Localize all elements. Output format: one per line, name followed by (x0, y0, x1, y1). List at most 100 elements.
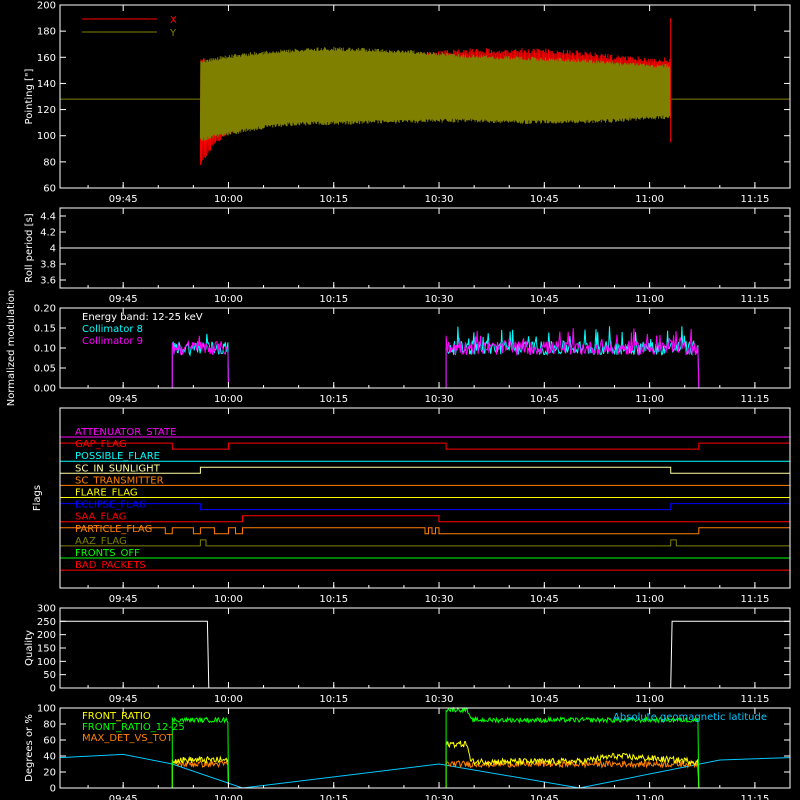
ratios-xtick-label-3: 10:30 (425, 794, 454, 800)
ratios-xtick-label-6: 11:15 (740, 794, 769, 800)
pointing-xtick-label-6: 11:15 (740, 194, 769, 205)
pointing-xtick-label-1: 10:00 (214, 194, 243, 205)
flag-line-particle-flag (60, 527, 790, 535)
modulation-series-1 (171, 328, 700, 389)
quality-ytick-label-3: 150 (37, 644, 56, 655)
flag-label-gap-flag: GAP_FLAG (75, 439, 127, 450)
modulation-xtick-label-2: 10:15 (319, 394, 348, 405)
quality-ytick-label-2: 100 (37, 657, 56, 668)
ratios-ytick-label-5: 100 (37, 704, 56, 715)
quality-ytick-label-5: 250 (37, 617, 56, 628)
ratios-legend-3: Absolute geomagnetic latitude (613, 712, 767, 723)
flags-xtick-label-0: 09:45 (109, 594, 138, 605)
flags-xtick-label-4: 10:45 (530, 594, 559, 605)
pointing-ytick-label-4: 140 (37, 79, 56, 90)
flag-label-fronts-off: FRONTS_OFF (75, 548, 140, 559)
quality-ytick-label-6: 300 (37, 604, 56, 615)
pointing-ytick-label-3: 120 (37, 105, 56, 116)
flag-label-aaz-flag: AAZ_FLAG (75, 536, 127, 547)
pointing-ylabel: Pointing ["] (24, 68, 35, 124)
roll-xtick-label-3: 10:30 (425, 294, 454, 305)
flag-label-bad-packets: BAD_PACKETS (75, 560, 146, 571)
flag-line-eclipse-flag (60, 503, 790, 511)
pointing-ytick-label-0: 60 (43, 184, 56, 195)
pointing-xtick-label-3: 10:30 (425, 194, 454, 205)
pointing-ytick-label-6: 180 (37, 27, 56, 38)
roll-ylabel: Roll period [s] (24, 213, 35, 282)
quality-series-line (60, 620, 790, 689)
ratios-legend-1: FRONT_RATIO_12-25 (82, 722, 185, 733)
flag-line-gap-flag (60, 442, 790, 450)
modulation-xtick-label-5: 11:00 (635, 394, 664, 405)
flag-label-sc-in-sunlight: SC_IN_SUNLIGHT (75, 463, 161, 474)
quality-xtick-label-0: 09:45 (109, 694, 138, 705)
roll-ytick-label-4: 4.4 (40, 212, 56, 223)
ratios-ytick-label-3: 60 (43, 736, 56, 747)
roll-xtick-label-4: 10:45 (530, 294, 559, 305)
ratios-ytick-label-4: 80 (43, 720, 56, 731)
modulation-ytick-label-0: 0.00 (34, 384, 56, 395)
flag-label-particle-flag: PARTICLE_FLAG (75, 524, 152, 535)
pointing-ytick-label-5: 160 (37, 53, 56, 64)
pointing-xtick-label-4: 10:45 (530, 194, 559, 205)
pointing-xtick-label-2: 10:15 (319, 194, 348, 205)
modulation-ytick-label-3: 0.15 (34, 324, 56, 335)
pointing-legend-label-0: X (170, 15, 177, 26)
roll-xtick-label-0: 09:45 (109, 294, 138, 305)
ratios-series-geomagnetic-latitude (59, 753, 791, 789)
modulation-ytick-label-2: 0.10 (34, 344, 56, 355)
modulation-legend-1: Collimator 8 (82, 324, 143, 335)
modulation-legend-0: Energy band: 12-25 keV (82, 312, 203, 323)
ratios-legend-2: MAX_DET_VS_TOT (82, 733, 174, 744)
modulation-xtick-label-1: 10:00 (214, 394, 243, 405)
flags-xtick-label-1: 10:00 (214, 594, 243, 605)
quality-xtick-label-6: 11:15 (740, 694, 769, 705)
flag-line-sc-in-sunlight (60, 466, 790, 474)
ratios-ytick-label-0: 0 (50, 784, 56, 795)
quality-ylabel: Quality (24, 630, 35, 666)
flag-label-attenuator-state: ATTENUATOR_STATE (75, 427, 176, 438)
roll-xtick-label-6: 11:15 (740, 294, 769, 305)
modulation-ytick-label-1: 0.05 (34, 364, 56, 375)
modulation-ylabel: Normalized modulation (6, 290, 17, 407)
modulation-xtick-label-4: 10:45 (530, 394, 559, 405)
roll-ytick-label-0: 3.6 (40, 276, 56, 287)
modulation-xtick-label-3: 10:30 (425, 394, 454, 405)
quality-xtick-label-2: 10:15 (319, 694, 348, 705)
flag-label-saa-flag: SAA_FLAG (75, 512, 126, 523)
ratios-legend-0: FRONT_RATIO (82, 711, 151, 722)
ratios-ylabel: Degrees or % (24, 714, 35, 782)
roll-ytick-label-1: 3.8 (40, 260, 56, 271)
roll-ytick-label-3: 4.2 (40, 228, 56, 239)
roll-xtick-label-5: 11:00 (635, 294, 664, 305)
pointing-ytick-label-2: 100 (37, 131, 56, 142)
ratios-xtick-label-2: 10:15 (319, 794, 348, 800)
modulation-series-0 (171, 326, 700, 389)
roll-ytick-label-2: 4 (50, 244, 56, 255)
roll-xtick-label-1: 10:00 (214, 294, 243, 305)
modulation-ytick-label-4: 0.20 (34, 304, 56, 315)
modulation-xtick-label-0: 09:45 (109, 394, 138, 405)
ratios-ytick-label-1: 20 (43, 768, 56, 779)
ratios-xtick-label-1: 10:00 (214, 794, 243, 800)
flag-label-eclipse-flag: ECLIPSE_FLAG (75, 500, 146, 511)
pointing-legend-label-1: Y (169, 28, 177, 39)
quality-frame (59, 607, 791, 689)
ratios-ytick-label-2: 40 (43, 752, 56, 763)
ratios-xtick-label-5: 11:00 (635, 794, 664, 800)
pointing-ytick-label-1: 80 (43, 157, 56, 168)
flag-label-possible-flare: POSSIBLE_FLARE (75, 451, 160, 462)
quality-ytick-label-1: 50 (43, 670, 56, 681)
roll-xtick-label-2: 10:15 (319, 294, 348, 305)
modulation-xtick-label-6: 11:15 (740, 394, 769, 405)
quality-xtick-label-4: 10:45 (530, 694, 559, 705)
modulation-legend-2: Collimator 9 (82, 336, 143, 347)
ratios-xtick-label-4: 10:45 (530, 794, 559, 800)
flags-xtick-label-5: 11:00 (635, 594, 664, 605)
quality-xtick-label-3: 10:30 (425, 694, 454, 705)
quality-xtick-label-5: 11:00 (635, 694, 664, 705)
pointing-xtick-label-0: 09:45 (109, 194, 138, 205)
flag-label-sc-transmitter: SC_TRANSMITTER (75, 475, 164, 486)
flag-label-flare-flag: FLARE_FLAG (75, 488, 138, 499)
quality-ytick-label-4: 200 (37, 630, 56, 641)
